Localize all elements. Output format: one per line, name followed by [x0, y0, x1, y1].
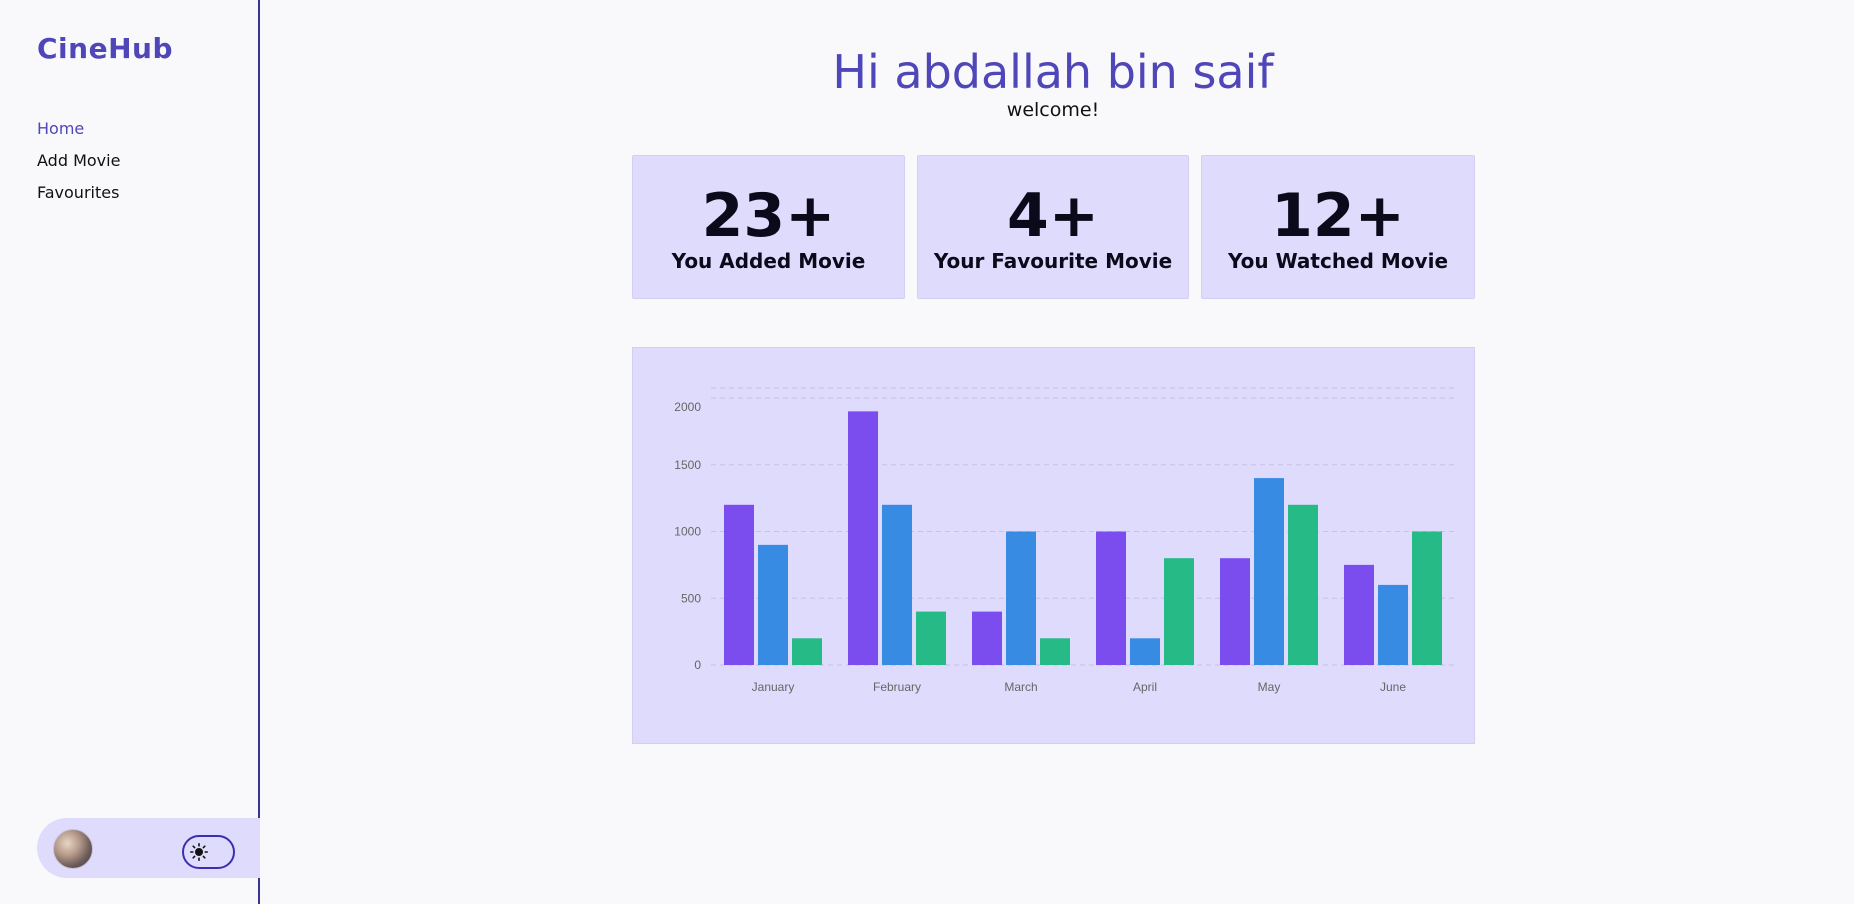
x-tick-label: May	[1258, 680, 1281, 694]
bar	[758, 544, 788, 665]
stat-label: You Watched Movie	[1227, 249, 1449, 273]
stat-card-favourite: 4+ Your Favourite Movie	[917, 155, 1189, 299]
x-tick-label: June	[1380, 680, 1406, 694]
bar	[972, 611, 1002, 665]
sidebar-item-favourites[interactable]: Favourites	[37, 182, 120, 214]
y-tick-label: 1500	[674, 458, 701, 472]
bar	[882, 504, 912, 665]
chart-svg: 0 500 1000 1500 2000 January February March Apri…	[674, 387, 1455, 694]
bar	[1344, 564, 1374, 665]
bar	[1006, 531, 1036, 665]
x-tick-label: March	[1004, 680, 1037, 694]
y-tick-label: 0	[694, 658, 701, 672]
bar	[848, 411, 878, 665]
stat-value: 12+	[1271, 181, 1405, 251]
movies-bar-chart: 0 500 1000 1500 2000 January February March Apri…	[632, 347, 1475, 744]
stat-card-added: 23+ You Added Movie	[632, 155, 905, 299]
x-tick-label: April	[1133, 680, 1157, 694]
y-tick-label: 500	[681, 591, 701, 605]
bar	[1220, 558, 1250, 665]
stat-card-watched: 12+ You Watched Movie	[1201, 155, 1475, 299]
bar	[1164, 558, 1194, 665]
x-tick-label: January	[752, 680, 795, 694]
y-tick-label: 2000	[674, 400, 701, 414]
bar	[1040, 638, 1070, 665]
bar	[792, 638, 822, 665]
brand-logo[interactable]: CineHub	[37, 32, 173, 65]
bar	[1412, 531, 1442, 665]
avatar[interactable]	[53, 829, 93, 869]
sidebar-item-home[interactable]: Home	[37, 118, 120, 150]
stat-value: 4+	[1006, 181, 1100, 251]
bar	[1288, 504, 1318, 665]
page-title: Hi abdallah bin saif	[832, 45, 1274, 99]
welcome-text: welcome!	[1006, 99, 1100, 121]
stat-label: Your Favourite Movie	[933, 249, 1173, 273]
theme-toggle[interactable]	[182, 835, 235, 869]
sun-icon	[189, 842, 209, 862]
y-tick-label: 1000	[674, 525, 701, 539]
bar	[916, 611, 946, 665]
user-panel	[37, 818, 260, 878]
sidebar-nav: Home Add Movie Favourites	[37, 118, 120, 214]
sidebar-item-add-movie[interactable]: Add Movie	[37, 150, 120, 182]
main-content: Hi abdallah bin saif welcome! 23+ You Ad…	[262, 0, 1854, 904]
bar	[1254, 478, 1284, 665]
sidebar: CineHub Home Add Movie Favourites	[0, 0, 260, 904]
bar	[1130, 638, 1160, 665]
x-tick-label: February	[873, 680, 921, 694]
bar	[1096, 531, 1126, 665]
bar	[1378, 584, 1408, 665]
stat-label: You Added Movie	[671, 249, 866, 273]
stat-value: 23+	[701, 181, 836, 251]
bar	[724, 504, 754, 665]
